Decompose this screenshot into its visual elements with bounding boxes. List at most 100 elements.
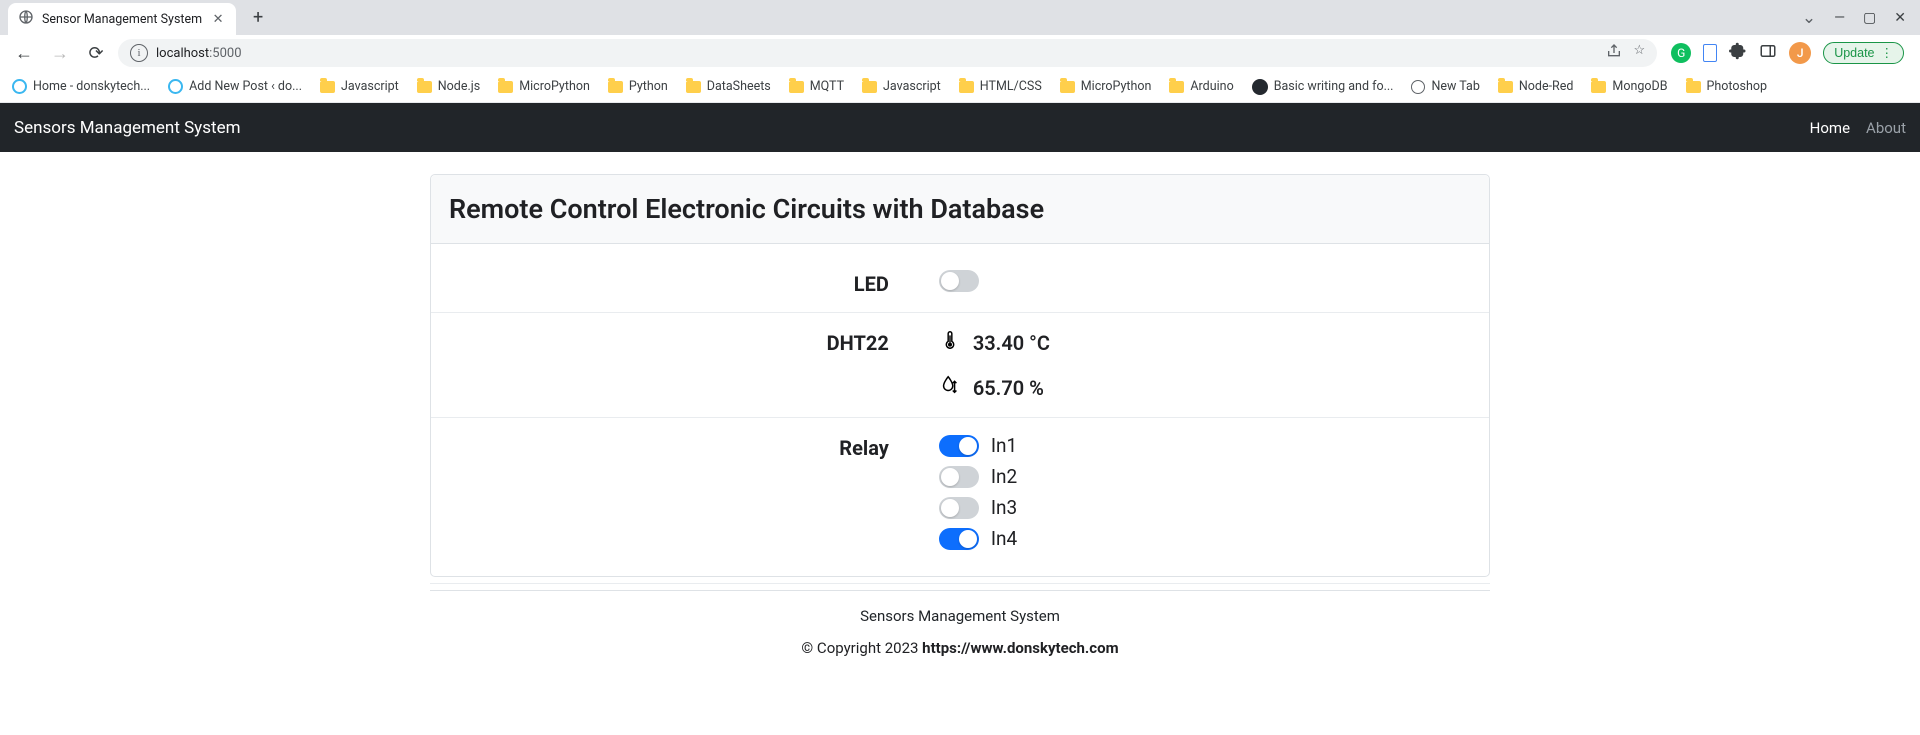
side-panel-icon[interactable]	[1759, 42, 1777, 64]
copyright-prefix: © Copyright 2023	[801, 639, 922, 657]
bookmark-label: MQTT	[810, 79, 844, 94]
bookmark-item[interactable]: MicroPython	[498, 79, 590, 94]
bookmark-label: Add New Post ‹ do...	[189, 79, 302, 94]
bookmark-item[interactable]: HTML/CSS	[959, 79, 1042, 94]
bookmark-label: Node-Red	[1519, 79, 1574, 94]
folder-icon	[862, 81, 877, 93]
footer-title: Sensors Management System	[430, 590, 1490, 625]
bookmark-item[interactable]: MicroPython	[1060, 79, 1152, 94]
bookmark-item[interactable]: Python	[608, 79, 668, 94]
update-button[interactable]: Update ⋮	[1823, 42, 1904, 64]
site-info-icon[interactable]: i	[130, 44, 148, 62]
humidity-value: 65.70 %	[973, 376, 1044, 400]
profile-avatar[interactable]: J	[1789, 42, 1811, 64]
temperature-reading: 33.40 °C	[939, 329, 1489, 356]
bookmark-star-icon[interactable]: ☆	[1634, 43, 1646, 63]
folder-icon	[1686, 81, 1701, 93]
bookmark-label: Python	[629, 79, 668, 94]
forward-button[interactable]: →	[46, 39, 74, 67]
nav-about[interactable]: About	[1866, 119, 1906, 137]
bookmark-label: MicroPython	[519, 79, 590, 94]
kebab-icon: ⋮	[1881, 51, 1894, 56]
bookmark-item[interactable]: New Tab	[1411, 79, 1479, 94]
navbar-brand[interactable]: Sensors Management System	[14, 118, 241, 138]
address-bar[interactable]: i localhost:5000 ☆	[118, 39, 1657, 67]
bookmark-label: Basic writing and fo...	[1274, 79, 1394, 94]
row-led: LED	[431, 254, 1489, 313]
bookmark-item[interactable]: DataSheets	[686, 79, 771, 94]
relay-channel-label: In3	[991, 496, 1017, 519]
folder-icon	[1060, 81, 1075, 93]
window-controls: ⌄ — ▢ ✕	[1802, 8, 1920, 28]
folder-icon	[686, 81, 701, 93]
bookmark-label: MicroPython	[1081, 79, 1152, 94]
row-dht22: DHT22 33.40 °C 65.70 %	[431, 313, 1489, 418]
bookmark-label: DataSheets	[707, 79, 771, 94]
bookmark-item[interactable]: Photoshop	[1686, 79, 1767, 94]
divider	[430, 583, 1490, 584]
tab-active[interactable]: Sensor Management System ✕	[8, 3, 236, 35]
new-tab-button[interactable]: +	[244, 4, 272, 32]
main-card: Remote Control Electronic Circuits with …	[430, 174, 1490, 577]
globe-icon	[18, 9, 34, 29]
minimize-button[interactable]: —	[1834, 10, 1845, 26]
relay-toggle[interactable]	[939, 528, 979, 550]
dht22-label: DHT22	[431, 329, 939, 355]
share-icon[interactable]	[1606, 43, 1622, 63]
chevron-down-icon[interactable]: ⌄	[1802, 8, 1816, 28]
footer-copyright: © Copyright 2023 https://www.donskytech.…	[430, 625, 1490, 657]
extension-phone-icon[interactable]	[1703, 44, 1717, 62]
folder-icon	[498, 81, 513, 93]
nav-home[interactable]: Home	[1810, 119, 1850, 137]
maximize-button[interactable]: ▢	[1863, 10, 1876, 26]
relay-channel: In1	[939, 434, 1489, 457]
extensions-icon[interactable]	[1729, 42, 1747, 64]
update-label: Update	[1834, 46, 1874, 60]
bookmark-item[interactable]: Add New Post ‹ do...	[168, 79, 302, 94]
bookmark-label: New Tab	[1431, 79, 1479, 94]
folder-icon	[320, 81, 335, 93]
bookmark-label: Node.js	[438, 79, 480, 94]
folder-icon	[608, 81, 623, 93]
thermometer-icon	[939, 329, 961, 356]
globe-icon	[1411, 80, 1425, 94]
close-tab-button[interactable]: ✕	[210, 11, 226, 27]
close-window-button[interactable]: ✕	[1894, 10, 1906, 26]
browser-chrome: Sensor Management System ✕ + ⌄ — ▢ ✕ ← →…	[0, 0, 1920, 103]
bookmark-item[interactable]: Node-Red	[1498, 79, 1574, 94]
bookmark-label: Home - donskytech...	[33, 79, 150, 94]
relay-toggle[interactable]	[939, 497, 979, 519]
led-toggle[interactable]	[939, 270, 979, 292]
back-button[interactable]: ←	[10, 39, 38, 67]
folder-icon	[1169, 81, 1184, 93]
relay-toggle[interactable]	[939, 466, 979, 488]
humidity-reading: 65.70 %	[939, 374, 1489, 401]
bookmark-item[interactable]: Node.js	[417, 79, 480, 94]
extension-grammarly-icon[interactable]: G	[1671, 43, 1691, 63]
relay-channel-label: In4	[991, 527, 1017, 550]
relay-channel-label: In2	[991, 465, 1017, 488]
card-body: LED DHT22 33.40 °C	[431, 244, 1489, 576]
bookmark-item[interactable]: MongoDB	[1591, 79, 1667, 94]
toolbar: ← → ⟳ i localhost:5000 ☆ G J	[0, 35, 1920, 71]
github-icon	[1252, 79, 1268, 95]
relay-toggle[interactable]	[939, 435, 979, 457]
temperature-value: 33.40 °C	[973, 331, 1050, 355]
bookmark-item[interactable]: Javascript	[862, 79, 941, 94]
reload-button[interactable]: ⟳	[82, 39, 110, 67]
bookmark-label: Photoshop	[1707, 79, 1767, 94]
bookmark-item[interactable]: Arduino	[1169, 79, 1233, 94]
card-header: Remote Control Electronic Circuits with …	[431, 175, 1489, 244]
relay-channel: In3	[939, 496, 1489, 519]
bookmark-item[interactable]: Javascript	[320, 79, 399, 94]
footer: Sensors Management System © Copyright 20…	[430, 590, 1490, 687]
relay-channel: In2	[939, 465, 1489, 488]
led-label: LED	[431, 270, 939, 296]
relay-label: Relay	[431, 434, 939, 460]
copyright-link[interactable]: https://www.donskytech.com	[922, 639, 1118, 657]
bookmark-item[interactable]: MQTT	[789, 79, 844, 94]
toolbar-right: G J Update ⋮	[1665, 42, 1910, 64]
bookmark-item[interactable]: Home - donskytech...	[12, 79, 150, 94]
bookmark-item[interactable]: Basic writing and fo...	[1252, 79, 1394, 95]
site-icon	[12, 79, 27, 94]
